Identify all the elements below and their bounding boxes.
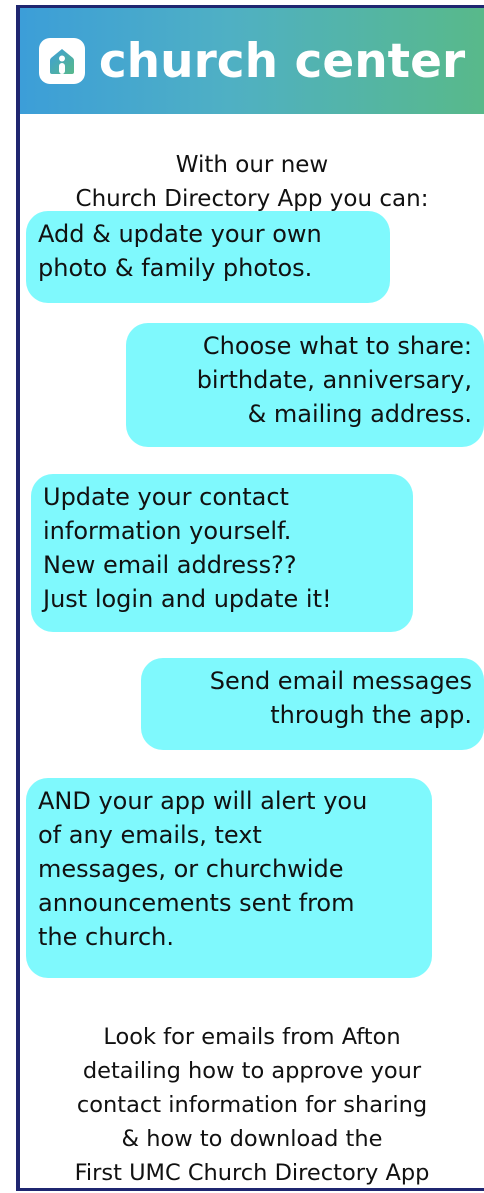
header-banner: church center: [20, 8, 484, 114]
feature-bubble-photos: Add & update your own photo & family pho…: [26, 211, 390, 303]
footer-line-5: First UMC Church Directory App: [74, 1160, 430, 1186]
feature-bubble-alerts: AND your app will alert you of any email…: [26, 778, 432, 978]
feature-bubble-sharing: Choose what to share: birthdate, anniver…: [126, 323, 484, 447]
footer-line-1: Look for emails from Afton: [103, 1024, 401, 1050]
footer-line-2: detailing how to approve your: [82, 1058, 422, 1084]
feature-bubble-email: Send email messages through the app.: [141, 658, 484, 750]
footer-line-3: contact information for sharing: [76, 1092, 428, 1118]
footer-instructions: Look for emails from Afton detailing how…: [20, 1020, 484, 1190]
intro-heading: With our new Church Directory App you ca…: [20, 148, 484, 216]
footer-line-4: & how to download the: [121, 1126, 383, 1152]
brand-name: church center: [98, 33, 466, 89]
church-house-icon: [38, 38, 85, 84]
feature-bubble-contact-info: Update your contact information yourself…: [31, 474, 413, 632]
intro-line-1: With our new: [175, 152, 329, 178]
